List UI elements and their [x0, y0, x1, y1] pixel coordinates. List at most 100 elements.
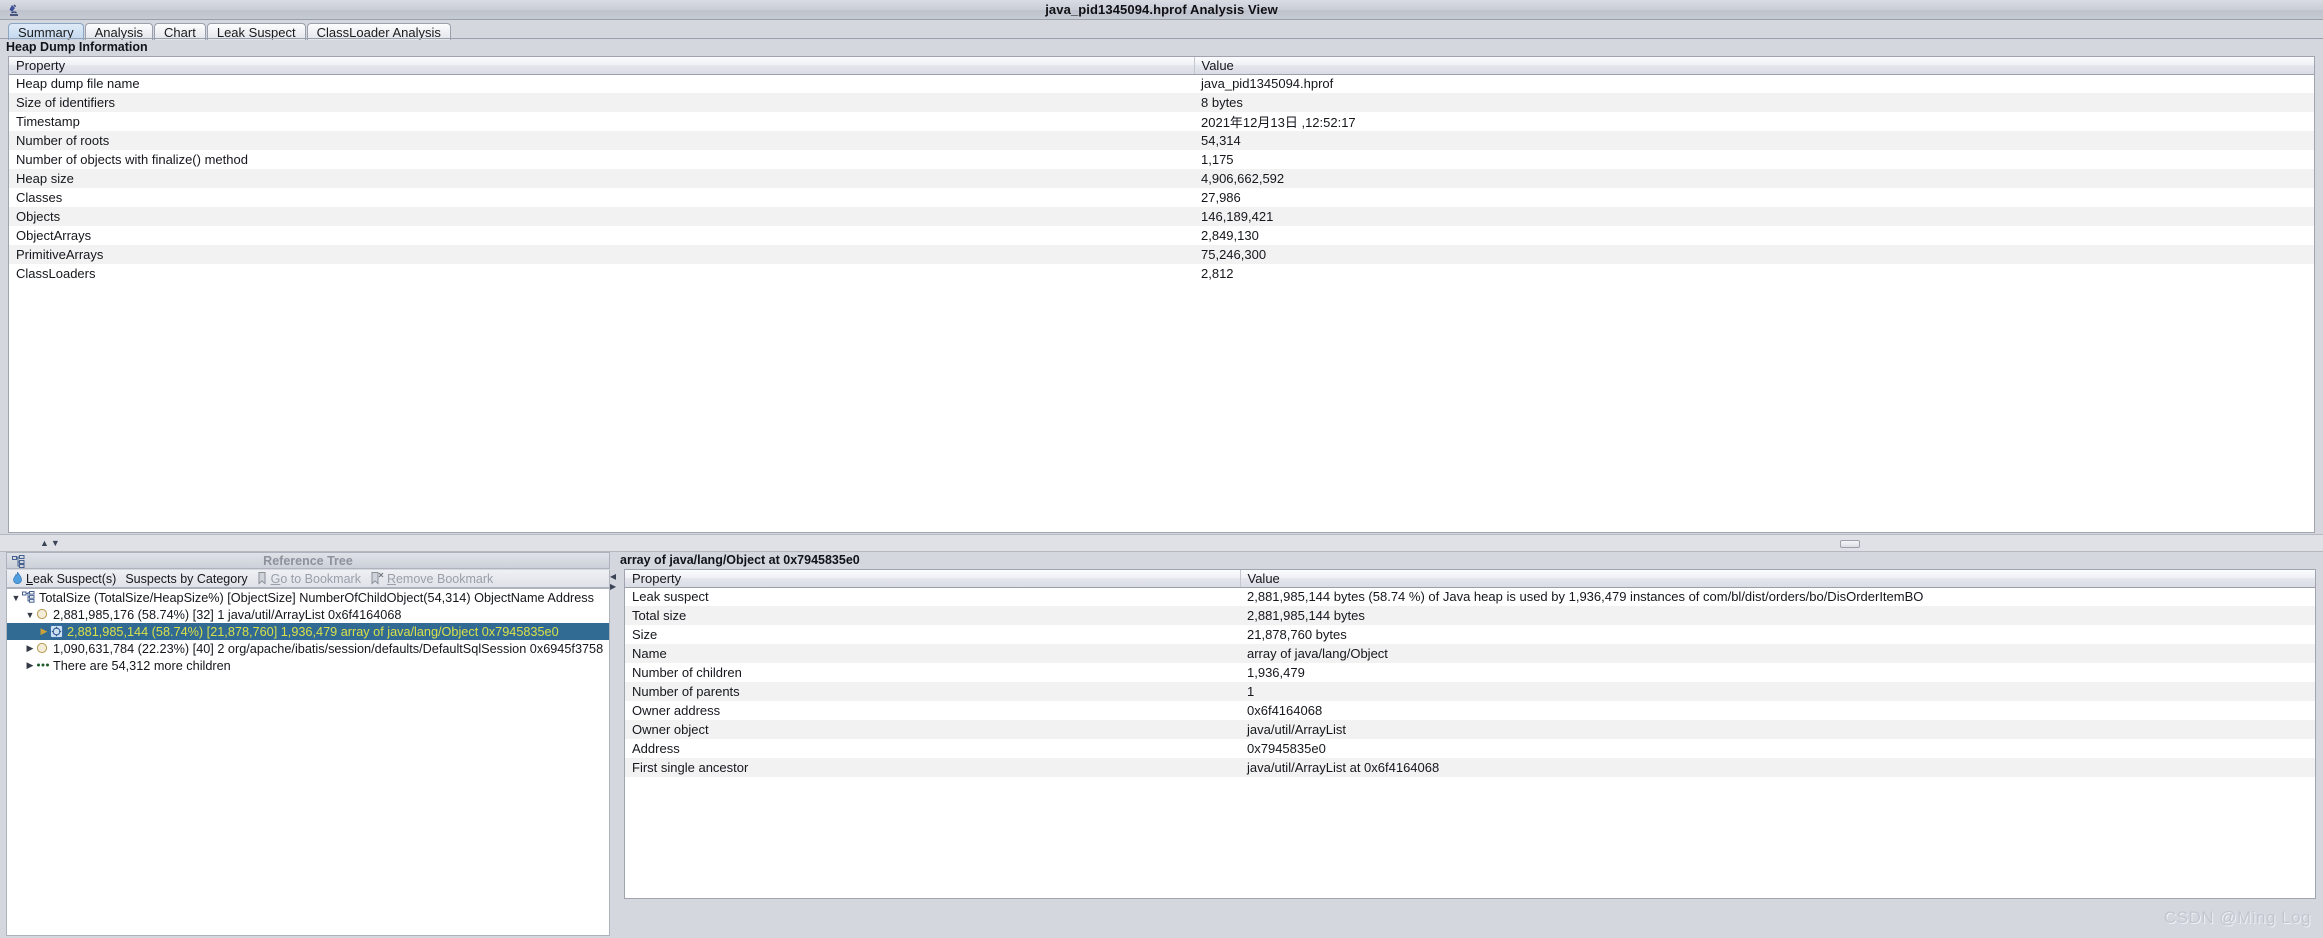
detail-header-row: Property Value — [625, 570, 2315, 588]
tab-strip: Summary Analysis Chart Leak Suspect ClassLoa… — [0, 20, 2323, 40]
scroll-arrows-icon[interactable]: ▲▼ — [40, 539, 62, 548]
table-row[interactable]: Heap dump file name java_pid1345094.hprof — [9, 74, 2314, 93]
table-row[interactable]: Size 21,878,760 bytes — [625, 625, 2315, 644]
detail-cell-property: Number of parents — [625, 682, 1240, 701]
table-row[interactable]: Number of parents 1 — [625, 682, 2315, 701]
tree-node-label: 2,881,985,144 (58.74%) [21,878,760] 1,93… — [67, 624, 559, 639]
expand-collapse-down-icon[interactable]: ▼ — [24, 610, 36, 620]
summary-cell-property: ClassLoaders — [9, 264, 1194, 283]
object-detail-panel: Property Value Leak suspect 2,881,985,144… — [624, 569, 2316, 899]
toolbar-go-to-bookmark[interactable]: Go to Bookmark — [257, 572, 361, 586]
table-row[interactable]: Leak suspect 2,881,985,144 bytes (58.74 %… — [625, 587, 2315, 606]
tree-node[interactable]: ▼ TotalSize (TotalSize/HeapSize%) [Object… — [7, 589, 609, 606]
reference-tree-header: Reference Tree — [6, 552, 610, 569]
detail-cell-property: Name — [625, 644, 1240, 663]
tree-node[interactable]: ▶ There are 54,312 more children — [7, 657, 609, 674]
detail-cell-value: 2,881,985,144 bytes — [1240, 606, 2315, 625]
detail-cell-property: First single ancestor — [625, 758, 1240, 777]
table-row[interactable]: Number of roots 54,314 — [9, 131, 2314, 150]
summary-cell-value: 2021年12月13日 ,12:52:17 — [1194, 112, 2314, 131]
summary-cell-value: 54,314 — [1194, 131, 2314, 150]
summary-filler-row — [9, 283, 2314, 531]
table-row[interactable]: Number of children 1,936,479 — [625, 663, 2315, 682]
table-row[interactable]: PrimitiveArrays 75,246,300 — [9, 245, 2314, 264]
detail-cell-value: 0x7945835e0 — [1240, 739, 2315, 758]
summary-cell-property: Heap dump file name — [9, 74, 1194, 93]
table-row[interactable]: Classes 27,986 — [9, 188, 2314, 207]
table-row[interactable]: Number of objects with finalize() method… — [9, 150, 2314, 169]
detail-cell-property: Number of children — [625, 663, 1240, 682]
bookmark-remove-icon — [370, 572, 384, 585]
table-row[interactable]: Name array of java/lang/Object — [625, 644, 2315, 663]
summary-body: Heap dump file name java_pid1345094.hprof… — [9, 74, 2314, 531]
summary-cell-value: 2,849,130 — [1194, 226, 2314, 245]
summary-cell-value: 1,175 — [1194, 150, 2314, 169]
summary-cell-value: 27,986 — [1194, 188, 2314, 207]
detail-cell-value: array of java/lang/Object — [1240, 644, 2315, 663]
scrollbar-thumb[interactable] — [1840, 540, 1860, 548]
table-row[interactable]: Size of identifiers 8 bytes — [9, 93, 2314, 112]
summary-col-property[interactable]: Property — [9, 57, 1195, 75]
detail-col-property[interactable]: Property — [625, 570, 1241, 588]
detail-cell-property: Total size — [625, 606, 1240, 625]
detail-cell-value: 1 — [1240, 682, 2315, 701]
detail-table: Property Value Leak suspect 2,881,985,144… — [625, 570, 2315, 897]
summary-scroll-area[interactable]: Property Value Heap dump file name java_p… — [9, 57, 2314, 532]
detail-col-value[interactable]: Value — [1240, 570, 2315, 588]
table-row[interactable]: Owner address 0x6f4164068 — [625, 701, 2315, 720]
toolbar-item-label: Go to Bookmark — [270, 571, 361, 586]
tree-node[interactable]: ▶ 1,090,631,784 (22.23%) [40] 2 org/apach… — [7, 640, 609, 657]
expand-collapse-right-icon[interactable]: ▶ — [24, 643, 36, 654]
toolbar-item-label: Remove Bookmark — [386, 571, 494, 586]
summary-cell-value: 146,189,421 — [1194, 207, 2314, 226]
circle-icon — [36, 608, 50, 621]
summary-header-row: Property Value — [9, 57, 2314, 75]
object-detail-pane: array of java/lang/Object at 0x7945835e0… — [616, 552, 2323, 938]
toolbar-item-label: Suspects by Category — [125, 571, 248, 586]
detail-cell-value: 0x6f4164068 — [1240, 701, 2315, 720]
table-row[interactable]: Address 0x7945835e0 — [625, 739, 2315, 758]
heap-dump-information-band: Heap Dump Information — [0, 40, 2323, 54]
reference-tree-pane: Reference Tree Leak Suspect(s) Suspects b… — [0, 552, 616, 938]
summary-cell-property: PrimitiveArrays — [9, 245, 1194, 264]
summary-empty-space — [9, 283, 2314, 531]
detail-cell-value: 2,881,985,144 bytes (58.74 %) of Java he… — [1240, 587, 2315, 606]
summary-cell-value: 75,246,300 — [1194, 245, 2314, 264]
detail-empty-space — [625, 777, 2315, 897]
tree-node[interactable]: ▼ 2,881,985,176 (58.74%) [32] 1 java/util… — [7, 606, 609, 623]
expand-collapse-down-icon[interactable]: ▼ — [10, 593, 22, 603]
flame-icon — [12, 572, 23, 585]
tree-node-label: 1,090,631,784 (22.23%) [40] 2 org/apache… — [53, 641, 604, 656]
summary-horizontal-scrollbar[interactable]: ▲▼ — [0, 534, 2323, 552]
table-row[interactable]: Owner object java/util/ArrayList — [625, 720, 2315, 739]
detail-cell-property: Owner object — [625, 720, 1240, 739]
reference-tree-title: Reference Tree — [263, 553, 353, 568]
detail-cell-value: 1,936,479 — [1240, 663, 2315, 682]
reference-tree-body[interactable]: ▼ TotalSize (TotalSize/HeapSize%) [Object… — [6, 588, 610, 936]
summary-cell-property: Classes — [9, 188, 1194, 207]
heap-dump-information-panel: Property Value Heap dump file name java_p… — [8, 56, 2315, 533]
table-row[interactable]: Objects 146,189,421 — [9, 207, 2314, 226]
table-row[interactable]: ClassLoaders 2,812 — [9, 264, 2314, 283]
tree-icon — [22, 591, 36, 604]
summary-col-value[interactable]: Value — [1194, 57, 2314, 75]
expand-collapse-right-icon[interactable]: ▶ — [24, 660, 36, 671]
toolbar-remove-bookmark[interactable]: Remove Bookmark — [370, 572, 493, 586]
table-row[interactable]: ObjectArrays 2,849,130 — [9, 226, 2314, 245]
ellipsis-icon — [36, 659, 50, 672]
expand-collapse-right-icon[interactable]: ▶ — [38, 626, 50, 637]
reference-tree-toolbar: Leak Suspect(s) Suspects by Category Go to… — [6, 570, 610, 588]
watermark: CSDN @Ming Log — [2163, 908, 2311, 927]
summary-table: Property Value Heap dump file name java_p… — [9, 57, 2314, 531]
summary-cell-property: Number of objects with finalize() method — [9, 150, 1194, 169]
table-row[interactable]: Total size 2,881,985,144 bytes — [625, 606, 2315, 625]
circle-icon — [36, 642, 50, 655]
table-row[interactable]: First single ancestor java/util/ArrayList… — [625, 758, 2315, 777]
detail-body: Leak suspect 2,881,985,144 bytes (58.74 %… — [625, 587, 2315, 897]
tree-node[interactable]: ▶ 2,881,985,144 (58.74%) [21,878,760] 1,9… — [7, 623, 609, 640]
toolbar-suspects-by-category[interactable]: Suspects by Category — [125, 572, 247, 586]
table-row[interactable]: Timestamp 2021年12月13日 ,12:52:17 — [9, 112, 2314, 131]
tree-node-label: There are 54,312 more children — [53, 658, 231, 673]
toolbar-leak-suspect-s-[interactable]: Leak Suspect(s) — [12, 572, 116, 586]
table-row[interactable]: Heap size 4,906,662,592 — [9, 169, 2314, 188]
